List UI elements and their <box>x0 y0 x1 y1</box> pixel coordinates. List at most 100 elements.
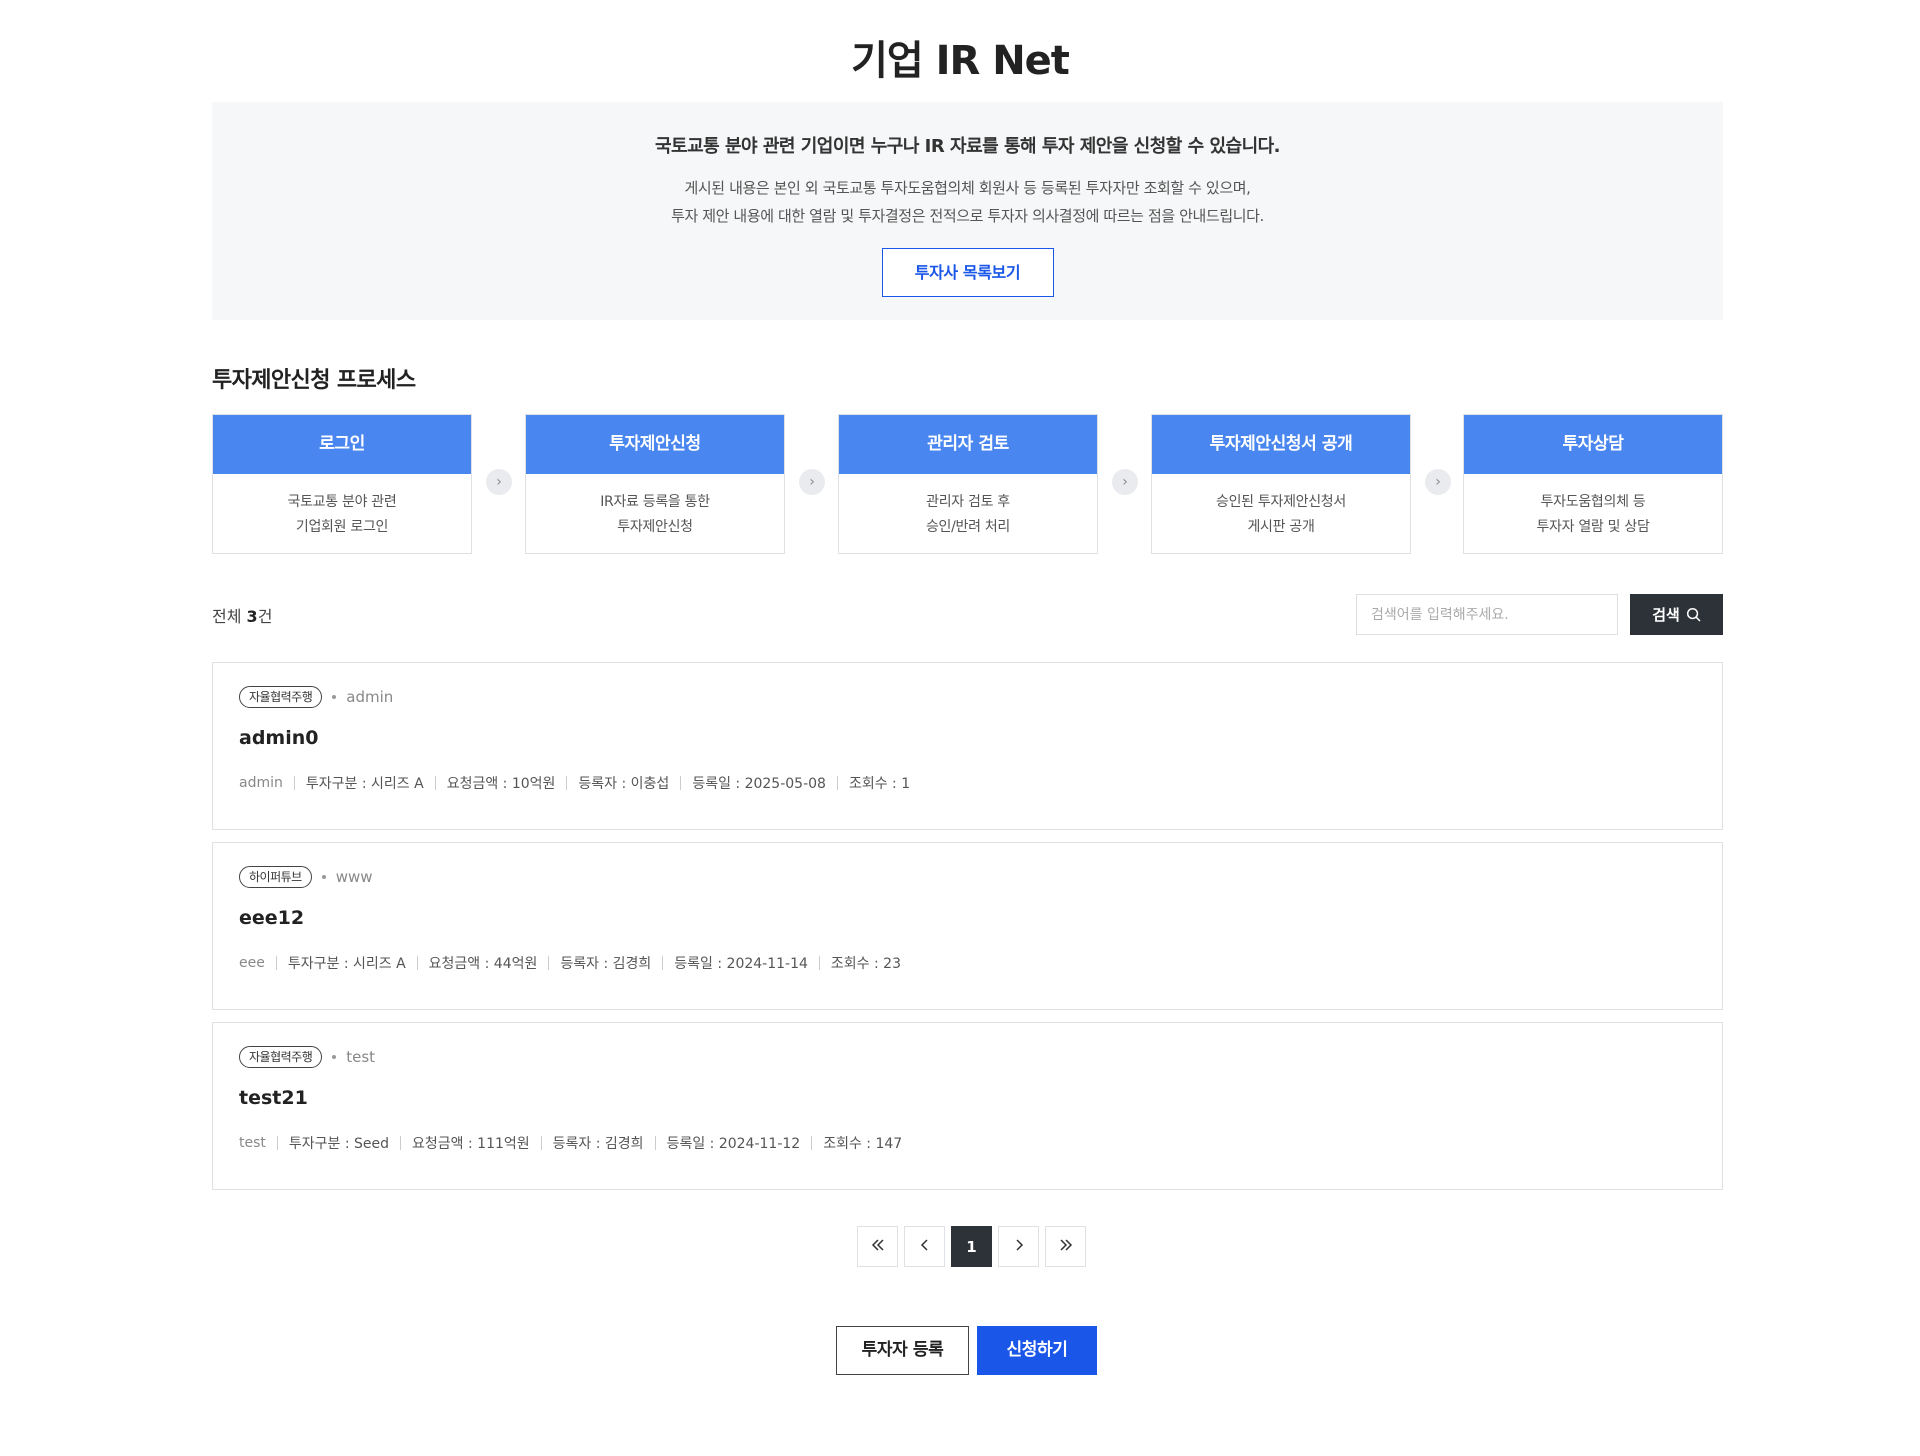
step-description: 승인된 투자제안신청서 게시판 공개 <box>1216 494 1346 535</box>
process-step-apply: 투자제안신청 IR자료 등록을 통한 투자제안신청 <box>525 414 785 554</box>
card-registrant: 등록자 : 김경희 <box>552 1136 644 1152</box>
step-title: 투자제안신청 <box>526 415 784 474</box>
card-registrant: 등록자 : 이충섭 <box>578 776 670 792</box>
card-views: 조회수 : 147 <box>823 1136 903 1152</box>
process-steps: 로그인 국토교통 분야 관련 기업회원 로그인 › 투자제안신청 IR자료 등록… <box>212 414 1723 554</box>
step-description: IR자료 등록을 통한 투자제안신청 <box>600 494 710 535</box>
page-number-button[interactable]: 1 <box>951 1226 992 1267</box>
step-title: 투자제안신청서 공개 <box>1152 415 1410 474</box>
step-description: 국토교통 분야 관련 기업회원 로그인 <box>287 494 397 535</box>
divider <box>566 776 568 790</box>
notice-line-1: 게시된 내용은 본인 외 국토교통 투자도움협의체 회원사 등 등록된 투자자만… <box>684 179 1251 197</box>
bottom-actions: 투자자 등록 신청하기 <box>836 1326 1097 1375</box>
card-amount: 요청금액 : 111억원 <box>412 1136 530 1152</box>
card-title: admin0 <box>239 727 319 749</box>
divider <box>680 776 682 790</box>
card-meta: 자율협력주행 admin <box>239 686 393 708</box>
step-title: 관리자 검토 <box>839 415 1097 474</box>
card-title: eee12 <box>239 907 305 929</box>
dot-separator <box>332 1055 337 1059</box>
search-input[interactable] <box>1356 594 1618 635</box>
page-title: 기업 IR Net <box>851 38 1070 84</box>
divider <box>818 956 820 970</box>
card-meta: 자율협력주행 test <box>239 1046 375 1068</box>
card-registrant: 등록자 : 김경희 <box>560 956 652 972</box>
register-investor-button[interactable]: 투자자 등록 <box>836 1326 969 1375</box>
card-type: 투자구분 : 시리즈 A <box>305 776 424 792</box>
card-date: 등록일 : 2024-11-14 <box>674 956 808 972</box>
divider <box>540 1136 542 1150</box>
search-button[interactable]: 검색 <box>1630 594 1723 635</box>
notice-body: 게시된 내용은 본인 외 국토교통 투자도움협의체 회원사 등 등록된 투자자만… <box>212 174 1723 230</box>
divider <box>275 956 277 970</box>
next-page-button[interactable] <box>998 1226 1039 1267</box>
divider <box>434 776 436 790</box>
card-title: test21 <box>239 1087 308 1109</box>
process-step-publish: 투자제안신청서 공개 승인된 투자제안신청서 게시판 공개 <box>1151 414 1411 554</box>
total-prefix: 전체 <box>212 607 242 626</box>
card-author: admin <box>346 688 394 706</box>
divider <box>416 956 418 970</box>
card-author: www <box>335 868 373 886</box>
process-step-consult: 투자상담 투자도움협의체 등 투자자 열람 및 상담 <box>1463 414 1723 554</box>
divider <box>662 956 664 970</box>
process-step-login: 로그인 국토교통 분야 관련 기업회원 로그인 <box>212 414 472 554</box>
divider <box>654 1136 656 1150</box>
card-date: 등록일 : 2025-05-08 <box>692 776 826 792</box>
card-info: admin 투자구분 : 시리즈 A 요청금액 : 10억원 등록자 : 이충섭… <box>239 773 910 793</box>
card-type: 투자구분 : 시리즈 A <box>287 956 406 972</box>
search-icon <box>1686 607 1701 622</box>
total-number: 3 <box>246 607 258 626</box>
double-chevron-left-icon <box>870 1238 886 1256</box>
double-chevron-right-icon <box>1058 1238 1074 1256</box>
process-step-review: 관리자 검토 관리자 검토 후 승인/반려 처리 <box>838 414 1098 554</box>
dot-separator <box>332 695 337 699</box>
step-description: 투자도움협의체 등 투자자 열람 및 상담 <box>1536 494 1650 535</box>
dot-separator <box>321 875 326 879</box>
notice-box: 국토교통 분야 관련 기업이면 누구나 IR 자료를 통해 투자 제안을 신청할… <box>212 102 1723 320</box>
divider <box>293 776 295 790</box>
list-item[interactable]: 자율협력주행 test test21 test 투자구분 : Seed 요청금액… <box>212 1022 1723 1190</box>
divider <box>836 776 838 790</box>
card-company: test <box>239 1135 266 1151</box>
investor-list-button[interactable]: 투자사 목록보기 <box>881 248 1054 297</box>
apply-button[interactable]: 신청하기 <box>977 1326 1097 1375</box>
list-item[interactable]: 자율협력주행 admin admin0 admin 투자구분 : 시리즈 A 요… <box>212 662 1723 830</box>
card-amount: 요청금액 : 44억원 <box>428 956 538 972</box>
chevron-left-icon <box>920 1238 930 1256</box>
card-company: admin <box>239 775 283 791</box>
notice-line-2: 투자 제안 내용에 대한 열람 및 투자결정은 전적으로 투자자 의사결정에 따… <box>671 207 1264 225</box>
divider <box>811 1136 813 1150</box>
card-meta: 하이퍼튜브 www <box>239 866 373 888</box>
card-type: 투자구분 : Seed <box>288 1136 390 1152</box>
notice-headline: 국토교통 분야 관련 기업이면 누구나 IR 자료를 통해 투자 제안을 신청할… <box>654 136 1281 157</box>
card-date: 등록일 : 2024-11-12 <box>666 1136 801 1152</box>
card-info: test 투자구분 : Seed 요청금액 : 111억원 등록자 : 김경희 … <box>239 1133 902 1153</box>
process-title: 투자제안신청 프로세스 <box>212 368 416 393</box>
card-amount: 요청금액 : 10억원 <box>446 776 556 792</box>
step-title: 투자상담 <box>1464 415 1722 474</box>
search-button-label: 검색 <box>1652 607 1680 624</box>
list-item[interactable]: 하이퍼튜브 www eee12 eee 투자구분 : 시리즈 A 요청금액 : … <box>212 842 1723 1010</box>
chevron-right-icon: › <box>486 469 512 495</box>
divider <box>548 956 550 970</box>
pagination: 1 <box>857 1226 1086 1267</box>
divider <box>276 1136 278 1150</box>
last-page-button[interactable] <box>1045 1226 1086 1267</box>
card-company: eee <box>239 955 265 971</box>
category-badge: 자율협력주행 <box>239 1046 323 1068</box>
prev-page-button[interactable] <box>904 1226 945 1267</box>
chevron-right-icon <box>1014 1238 1024 1256</box>
chevron-right-icon: › <box>799 469 825 495</box>
step-title: 로그인 <box>213 415 471 474</box>
total-count: 전체 3건 <box>212 603 272 627</box>
chevron-right-icon: › <box>1112 469 1138 495</box>
first-page-button[interactable] <box>857 1226 898 1267</box>
step-description: 관리자 검토 후 승인/반려 처리 <box>925 494 1011 535</box>
category-badge: 하이퍼튜브 <box>239 866 312 888</box>
total-suffix: 건 <box>257 607 273 626</box>
divider <box>400 1136 402 1150</box>
card-author: test <box>346 1048 376 1066</box>
card-info: eee 투자구분 : 시리즈 A 요청금액 : 44억원 등록자 : 김경희 등… <box>239 953 901 973</box>
category-badge: 자율협력주행 <box>239 686 323 708</box>
